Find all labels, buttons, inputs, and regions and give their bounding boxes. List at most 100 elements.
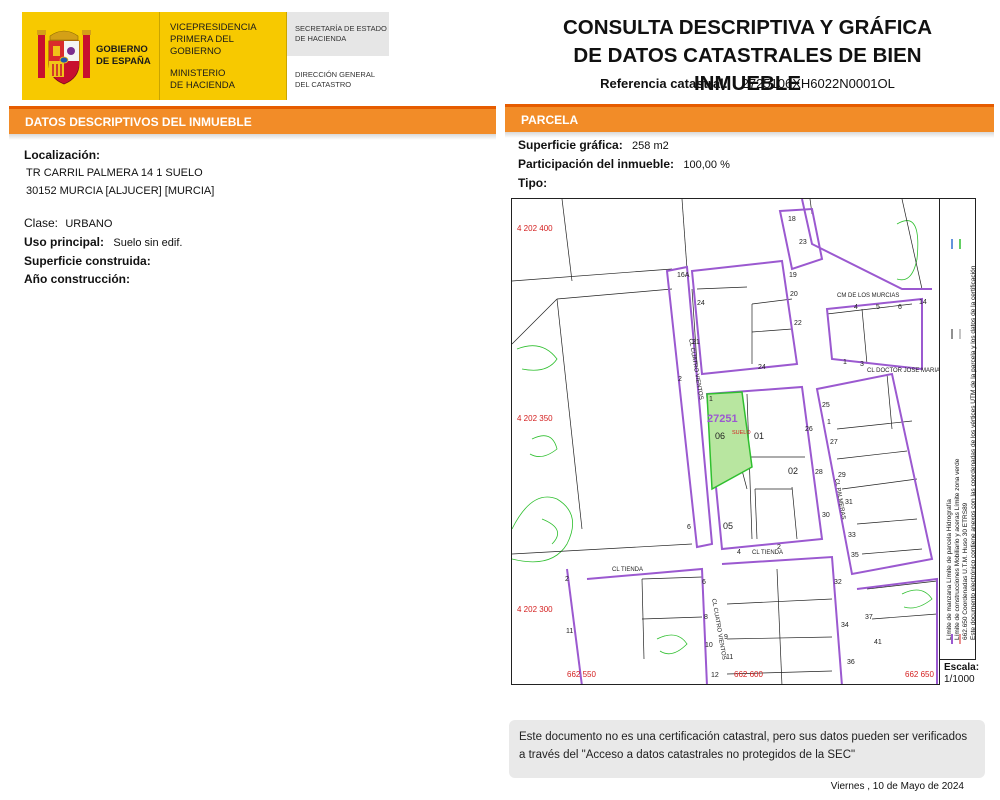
green-zone [529,435,558,457]
clase-label: Clase: [24,216,59,230]
house-number: 19 [789,272,797,279]
house-number: 26 [805,426,813,433]
participacion-label: Participación del inmueble: [518,157,675,171]
parcel-ref-label: 27251 [707,413,738,425]
vice-line1: VICEPRESIDENCIA [170,22,257,33]
house-number: 36 [847,659,855,666]
gobierno-line1: GOBIERNO [96,44,148,55]
parcel-line [754,488,758,540]
block-boundary [690,259,799,376]
green-zone [901,589,933,609]
participacion-value: 100,00 % [683,159,730,171]
green-zone [896,220,919,281]
plot-number: 01 [754,431,764,441]
house-number: 1 [843,359,847,366]
green-zone [541,518,559,545]
plot-number: 06 [715,431,725,441]
house-number: 22 [794,320,802,327]
scale-value: 1/1000 [944,674,975,685]
parcel-line [776,568,783,684]
house-number: 28 [815,469,823,476]
parcel-line [556,288,673,300]
clase-row: Clase: URBANO [24,214,484,233]
parcel-line [696,286,748,290]
utm-y-label: 4 202 400 [517,224,553,233]
house-number: 1 [709,396,713,403]
secretaria-cell: SECRETARÍA DE ESTADO DE HACIENDA DIRECCI… [287,12,389,100]
participacion-row: Participación del inmueble: 100,00 % [518,155,978,174]
notice-text: Este documento no es una certificación c… [519,731,968,761]
secretaria-text: SECRETARÍA DE ESTADO DE HACIENDA [295,24,387,44]
house-number: 2 [678,376,682,383]
house-number: 6 [702,579,706,586]
uso-value: Suelo sin edif. [113,237,183,249]
dir-line1: DIRECCIÓN GENERAL [295,70,376,79]
plot-number: 02 [788,466,798,476]
parcel-line [886,373,893,430]
legend-line3: 662.650 Coordenadas U.T.M. Huso 30 ETRS8… [962,502,969,640]
house-number: 10 [705,642,713,649]
superficie-grafica-row: Superficie gráfica: 258 m2 [518,136,978,155]
gobierno-line2: DE ESPAÑA [96,56,151,67]
dir-line2: DEL CATASTRO [295,80,352,89]
house-number: 6 [898,304,902,311]
house-number: 8 [704,614,708,621]
house-number: 27 [830,439,838,446]
house-number: 11 [566,628,573,635]
vicepresidencia-text: VICEPRESIDENCIA PRIMERA DEL GOBIERNO [170,22,282,58]
superficie-grafica-value: 258 m2 [632,140,669,152]
utm-x-label: 662 600 [734,670,763,679]
house-number: 30 [822,512,830,519]
parcel-line [861,548,923,555]
tipo-label: Tipo: [518,176,548,190]
block-boundary [665,265,714,549]
parcel-line [791,486,798,540]
block-boundaries [566,199,938,684]
parcel-line [556,298,583,530]
parcel-line [841,478,918,490]
block-boundary [815,372,934,576]
block-boundary [586,567,708,684]
house-number: 35 [851,552,859,559]
parcel-line [512,298,558,345]
street-label: CM DE LOS MURCIAS [837,293,899,299]
block-boundary [566,568,583,684]
parcel-line [726,636,833,640]
parcel-line [751,298,793,305]
vicepresidencia-cell: VICEPRESIDENCIA PRIMERA DEL GOBIERNO MIN… [160,12,287,100]
sec-line2: DE HACIENDA [295,34,347,43]
parcel-line [901,199,923,290]
ministerio-text: MINISTERIO DE HACIENDA [170,68,282,92]
house-number: 32 [834,579,842,586]
street-label: CL CUATRO VIENTOS [710,598,727,660]
parcel-line [641,616,703,620]
house-number: 4 [854,304,858,311]
house-number: 11 [726,654,733,661]
cadastral-map-svg: 4 202 400 4 202 350 4 202 300 662 550 66… [512,199,956,684]
parcel-line [856,518,918,525]
cadastral-map[interactable]: 4 202 400 4 202 350 4 202 300 662 550 66… [511,198,976,685]
house-number: 2 [777,544,781,551]
house-number: 16A [677,272,690,279]
inmueble-section-shadow [9,134,496,140]
suelo-label: SUELO [732,430,751,436]
legend-text: Límite de manzana Límite de parcela Hidr… [946,266,978,640]
referencia-value: 2725106XH6022N0001OL [741,76,895,91]
parcela-section-header: PARCELA [505,104,994,132]
coat-of-arms-icon [37,30,91,85]
green-zone [516,345,558,371]
parcela-data: Superficie gráfica: 258 m2 Participación… [518,136,978,192]
parcel-line [836,420,913,430]
scale-label: Escala: [944,662,980,673]
anio-construccion-label: Año construcción: [24,272,131,286]
clase-value: URBANO [65,218,113,230]
parcel-line [836,450,908,460]
house-number: 29 [838,472,846,479]
house-number: 20 [790,291,798,298]
inmueble-section-title: DATOS DESCRIPTIVOS DEL INMUEBLE [25,115,252,129]
gobierno-logo-cell: GOBIERNO DE ESPAÑA [22,12,160,100]
referencia-catastral: Referencia catastral: 2725106XH6022N0001… [520,76,975,91]
government-header: GOBIERNO DE ESPAÑA VICEPRESIDENCIA PRIME… [22,12,389,100]
address-line2: 30152 MURCIA [ALJUCER] [MURCIA] [26,185,215,197]
referencia-label: Referencia catastral: [600,76,729,91]
